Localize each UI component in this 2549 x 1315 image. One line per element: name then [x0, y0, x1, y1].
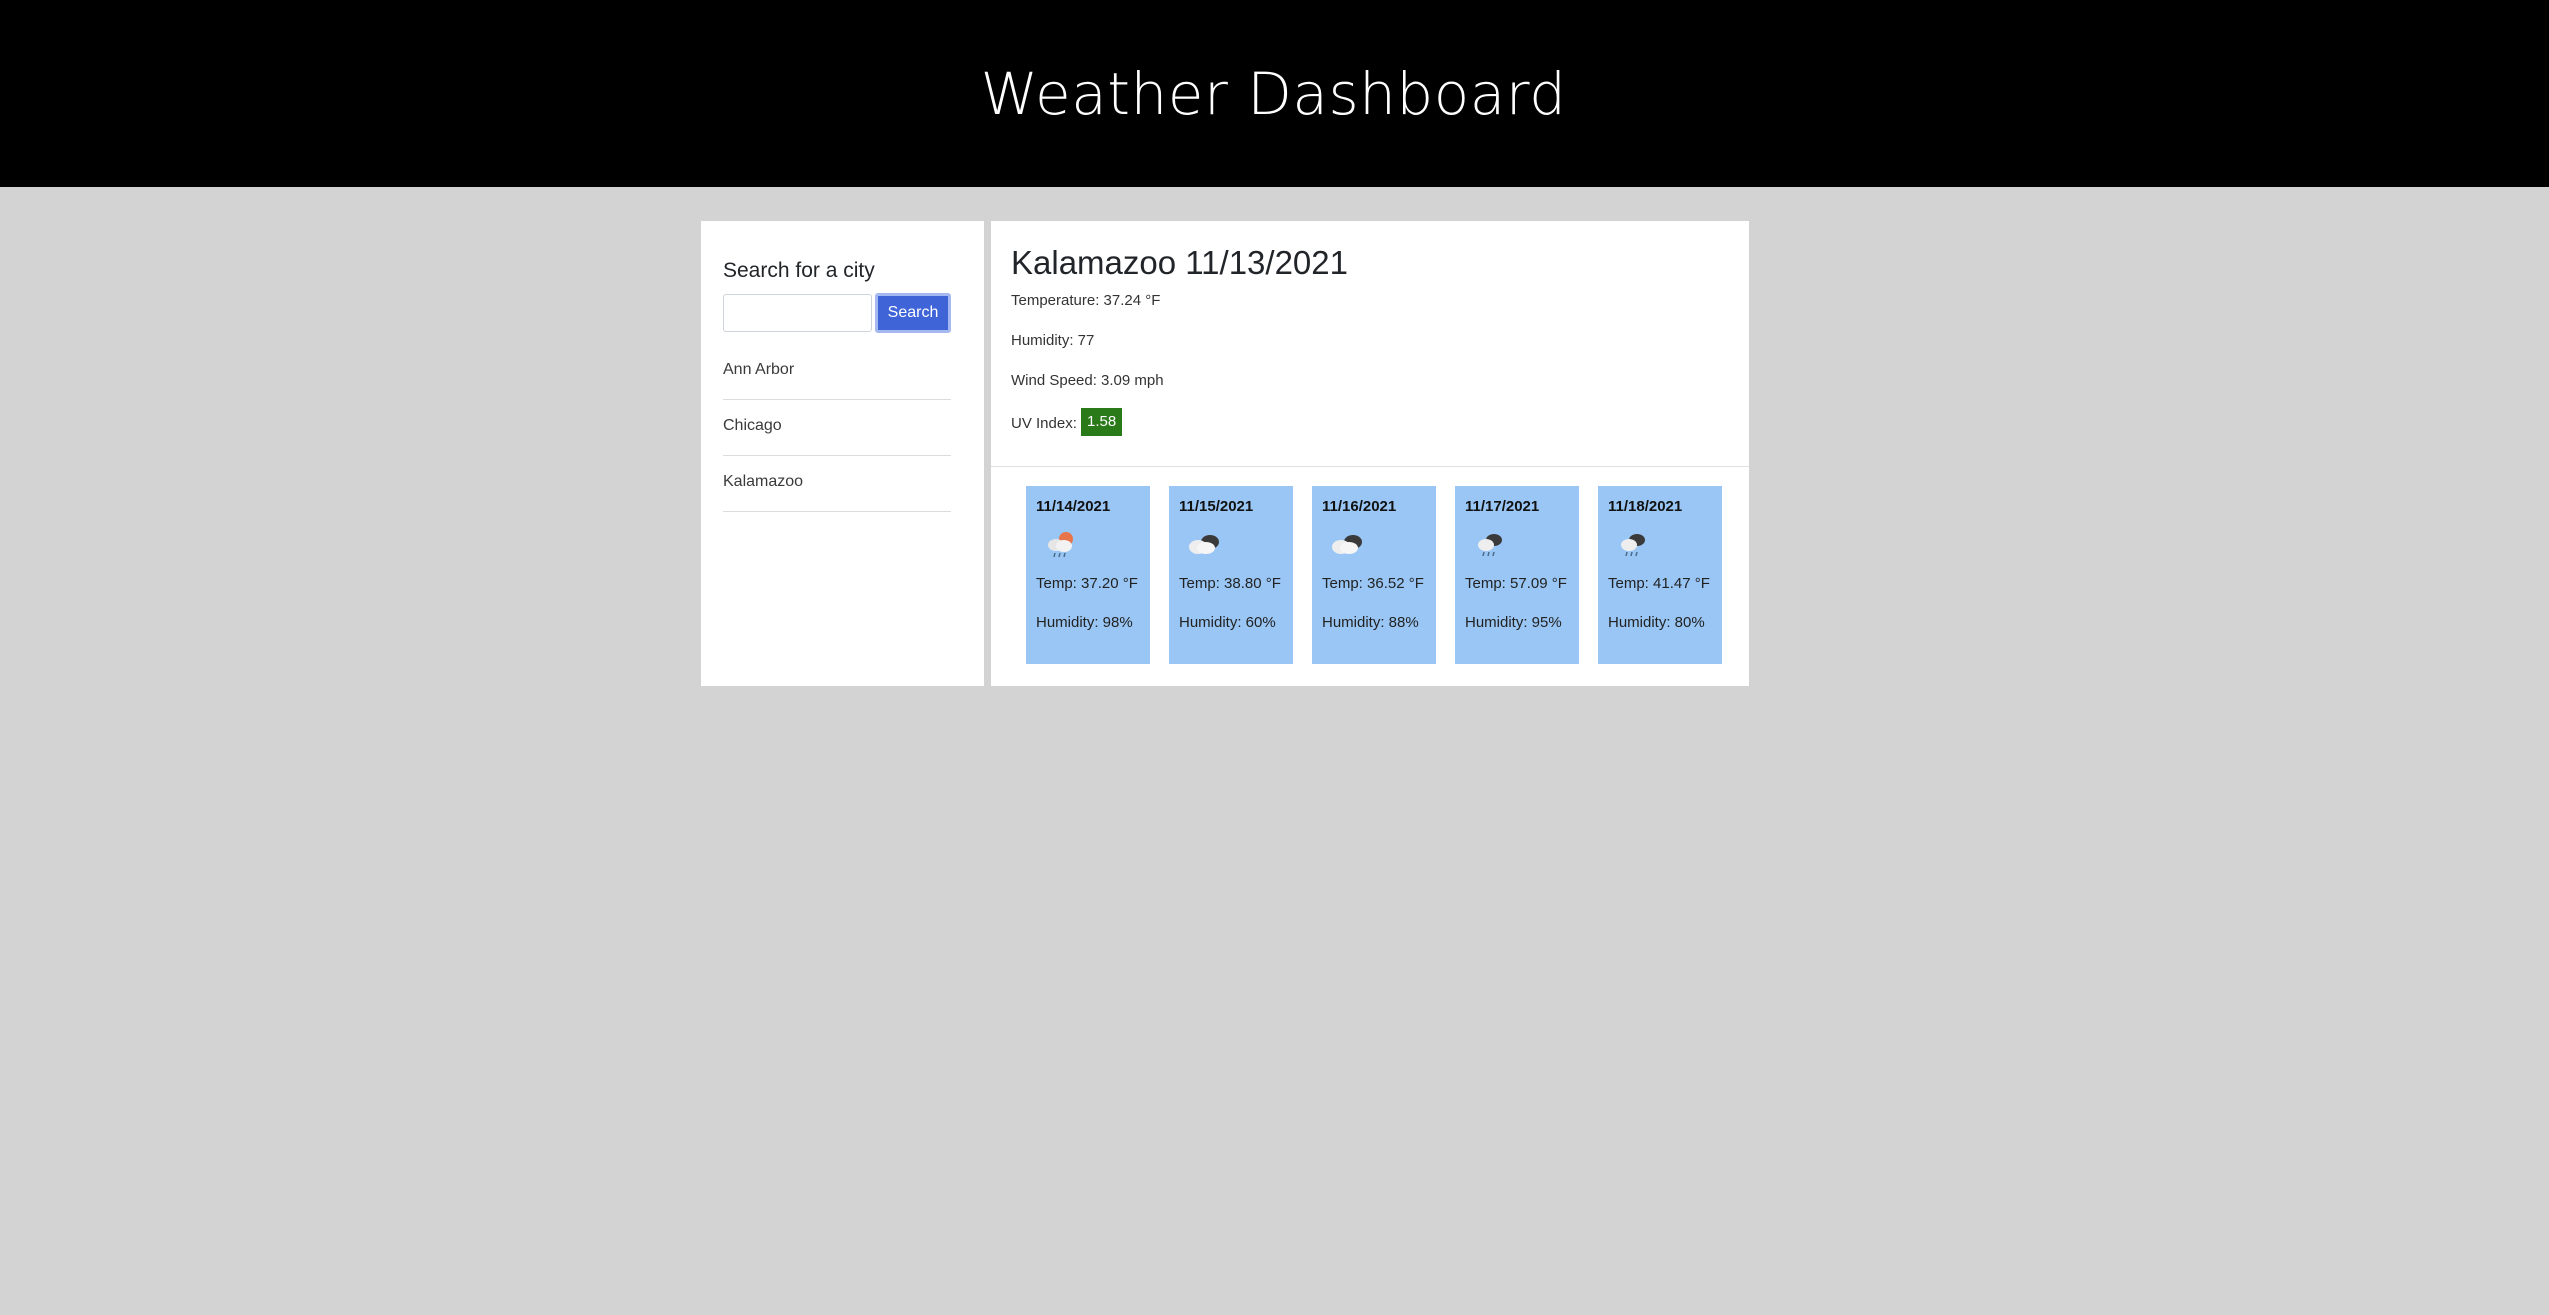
cloud-rain-icon	[1621, 534, 1645, 557]
current-weather: Kalamazoo 11/13/2021 Temperature: 37.24 …	[991, 221, 1749, 467]
search-row: Search	[723, 293, 951, 333]
forecast-date: 11/17/2021	[1465, 498, 1540, 515]
forecast-card: 11/15/2021 Temp: 38.80 °F Humidity: 60%	[1169, 486, 1293, 664]
current-city-heading: Kalamazoo 11/13/2021	[1011, 244, 1348, 281]
search-button[interactable]: Search	[875, 293, 951, 333]
current-temperature: Temperature: 37.24 °F	[1011, 292, 1161, 309]
forecast-humidity: Humidity: 80%	[1608, 614, 1705, 631]
weather-panel: Kalamazoo 11/13/2021 Temperature: 37.24 …	[991, 221, 1749, 686]
broken-clouds-icon	[1332, 535, 1362, 554]
current-humidity: Humidity: 77	[1011, 332, 1095, 349]
sun-cloud-rain-icon	[1048, 532, 1073, 558]
forecast-temp: Temp: 41.47 °F	[1608, 575, 1710, 592]
forecast-humidity: Humidity: 60%	[1179, 614, 1276, 631]
city-history-item-kalamazoo[interactable]: Kalamazoo	[723, 456, 951, 512]
forecast-temp: Temp: 38.80 °F	[1179, 575, 1281, 592]
forecast-date: 11/16/2021	[1322, 498, 1397, 515]
search-panel: Search for a city Search Ann Arbor Chica…	[701, 221, 984, 686]
forecast-date: 11/14/2021	[1036, 498, 1111, 515]
forecast-card: 11/17/2021 Temp: 57.09 °F Humidity: 95%	[1455, 486, 1579, 664]
page-title: Weather Dashboard	[980, 59, 1567, 128]
city-history-list: Ann Arbor Chicago Kalamazoo	[723, 344, 951, 512]
forecast-temp: Temp: 57.09 °F	[1465, 575, 1567, 592]
current-wind-speed: Wind Speed: 3.09 mph	[1011, 372, 1164, 389]
cloud-rain-icon	[1478, 534, 1502, 557]
uv-index-label: UV Index:	[1011, 414, 1082, 432]
city-history-item-chicago[interactable]: Chicago	[723, 400, 951, 456]
page-header: Weather Dashboard	[0, 0, 2549, 187]
forecast-card: 11/16/2021 Temp: 36.52 °F Humidity: 88%	[1312, 486, 1436, 664]
forecast-card: 11/14/2021 Temp: 37.20 °F Humidity: 98%	[1026, 486, 1150, 664]
forecast-temp: Temp: 37.20 °F	[1036, 575, 1138, 592]
city-history-item-ann-arbor[interactable]: Ann Arbor	[723, 344, 951, 400]
forecast-humidity: Humidity: 98%	[1036, 614, 1133, 631]
city-search-input[interactable]	[723, 294, 872, 332]
forecast-temp: Temp: 36.52 °F	[1322, 575, 1424, 592]
five-day-forecast: 11/14/2021 Temp: 37.20 °F Humidity: 98% …	[991, 467, 1749, 686]
uv-index-badge: 1.58	[1081, 408, 1123, 436]
forecast-date: 11/15/2021	[1179, 498, 1254, 515]
search-title: Search for a city	[723, 259, 875, 282]
current-uv-row: UV Index: 1.58	[1011, 408, 1729, 436]
forecast-date: 11/18/2021	[1608, 498, 1683, 515]
forecast-humidity: Humidity: 95%	[1465, 614, 1562, 631]
broken-clouds-icon	[1189, 535, 1219, 554]
forecast-humidity: Humidity: 88%	[1322, 614, 1419, 631]
forecast-card: 11/18/2021 Temp: 41.47 °F Humidity: 80%	[1598, 486, 1722, 664]
